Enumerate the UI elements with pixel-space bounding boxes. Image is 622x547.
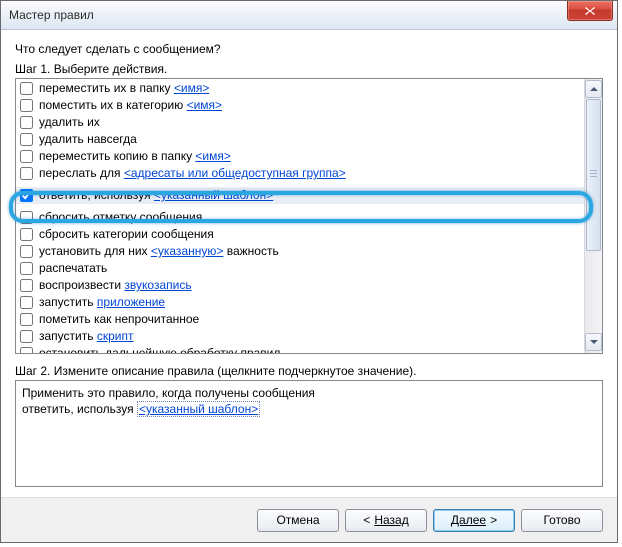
action-label: удалить их xyxy=(39,114,100,131)
action-checkbox[interactable] xyxy=(20,262,33,275)
scrollbar[interactable] xyxy=(584,79,602,353)
action-checkbox[interactable] xyxy=(20,296,33,309)
actions-listbox[interactable]: переместить их в папку <имя>поместить их… xyxy=(15,78,603,354)
action-row[interactable]: переслать для <адресаты или общедоступна… xyxy=(16,165,584,182)
step2-label: Шаг 2. Измените описание правила (щелкни… xyxy=(15,364,603,378)
action-row[interactable]: воспроизвести звукозапись xyxy=(16,277,584,294)
actions-list-inner: переместить их в папку <имя>поместить их… xyxy=(16,79,584,353)
action-checkbox[interactable] xyxy=(20,330,33,343)
action-checkbox[interactable] xyxy=(20,150,33,163)
close-button[interactable] xyxy=(567,1,613,21)
action-label: сбросить отметку сообщения xyxy=(39,209,202,226)
action-row[interactable]: сбросить отметку сообщения xyxy=(16,209,584,226)
action-value-link[interactable]: <имя> xyxy=(195,149,230,163)
action-label: распечатать xyxy=(39,260,107,277)
action-checkbox[interactable] xyxy=(20,189,33,202)
scroll-down-button[interactable] xyxy=(585,333,602,351)
action-checkbox[interactable] xyxy=(20,313,33,326)
action-label: воспроизвести звукозапись xyxy=(39,277,192,294)
action-label: сбросить категории сообщения xyxy=(39,226,214,243)
description-line2: ответить, используя <указанный шаблон> xyxy=(22,401,596,417)
rule-description-box[interactable]: Применить это правило, когда получены со… xyxy=(15,380,603,487)
action-label: установить для них <указанную> важность xyxy=(39,243,279,260)
step1-label: Шаг 1. Выберите действия. xyxy=(15,62,603,76)
action-value-link[interactable]: <имя> xyxy=(187,98,222,112)
action-label: остановить дальнейшую обработку правил xyxy=(39,345,280,353)
action-checkbox[interactable] xyxy=(20,133,33,146)
action-row[interactable]: запустить приложение xyxy=(16,294,584,311)
action-row[interactable]: удалить их xyxy=(16,114,584,131)
action-row[interactable]: сбросить категории сообщения xyxy=(16,226,584,243)
action-label: переслать для <адресаты или общедоступна… xyxy=(39,165,346,182)
back-button[interactable]: < Назад xyxy=(345,509,427,532)
action-row[interactable]: переместить копию в папку <имя> xyxy=(16,148,584,165)
action-checkbox[interactable] xyxy=(20,347,33,353)
action-label: пометить как непрочитанное xyxy=(39,311,199,328)
action-label: удалить навсегда xyxy=(39,131,137,148)
action-checkbox[interactable] xyxy=(20,279,33,292)
action-label: переместить их в папку <имя> xyxy=(39,80,209,97)
next-button[interactable]: Далее > xyxy=(433,509,515,532)
action-value-link[interactable]: <имя> xyxy=(174,81,209,95)
action-checkbox[interactable] xyxy=(20,82,33,95)
template-link[interactable]: <указанный шаблон> xyxy=(137,401,260,417)
action-label: запустить приложение xyxy=(39,294,165,311)
chevron-down-icon xyxy=(590,340,598,344)
action-row[interactable]: удалить навсегда xyxy=(16,131,584,148)
action-row[interactable]: переместить их в папку <имя> xyxy=(16,80,584,97)
action-label: ответить, используя <указанный шаблон> xyxy=(39,187,273,204)
action-checkbox[interactable] xyxy=(20,116,33,129)
action-checkbox[interactable] xyxy=(20,167,33,180)
action-value-link[interactable]: звукозапись xyxy=(124,278,191,292)
action-row[interactable]: установить для них <указанную> важность xyxy=(16,243,584,260)
description-line1: Применить это правило, когда получены со… xyxy=(22,385,596,401)
dialog-body: Что следует сделать с сообщением? Шаг 1.… xyxy=(1,30,617,497)
action-value-link[interactable]: приложение xyxy=(97,295,165,309)
action-row[interactable]: распечатать xyxy=(16,260,584,277)
scroll-up-button[interactable] xyxy=(585,80,602,98)
action-checkbox[interactable] xyxy=(20,228,33,241)
finish-button[interactable]: Готово xyxy=(521,509,603,532)
action-label: поместить их в категорию <имя> xyxy=(39,97,222,114)
action-checkbox[interactable] xyxy=(20,211,33,224)
action-row[interactable]: ответить, используя <указанный шаблон> xyxy=(16,187,584,204)
titlebar[interactable]: Мастер правил xyxy=(1,1,617,30)
close-icon xyxy=(584,6,596,16)
chevron-up-icon xyxy=(590,87,598,91)
scroll-thumb[interactable] xyxy=(586,99,601,251)
action-value-link[interactable]: <указанный шаблон> xyxy=(154,188,273,202)
action-row[interactable]: поместить их в категорию <имя> xyxy=(16,97,584,114)
action-checkbox[interactable] xyxy=(20,99,33,112)
action-row[interactable]: остановить дальнейшую обработку правил xyxy=(16,345,584,353)
action-value-link[interactable]: скрипт xyxy=(97,329,134,343)
action-checkbox[interactable] xyxy=(20,245,33,258)
action-row[interactable]: запустить скрипт xyxy=(16,328,584,345)
action-row[interactable]: пометить как непрочитанное xyxy=(16,311,584,328)
action-label: запустить скрипт xyxy=(39,328,133,345)
action-value-link[interactable]: <указанную> xyxy=(151,244,224,258)
question-text: Что следует сделать с сообщением? xyxy=(15,42,603,56)
cancel-button[interactable]: Отмена xyxy=(257,509,339,532)
rules-wizard-window: Мастер правил Что следует сделать с сооб… xyxy=(0,0,618,543)
footer: Отмена < Назад Далее > Готово xyxy=(1,497,617,542)
action-label: переместить копию в папку <имя> xyxy=(39,148,231,165)
window-title: Мастер правил xyxy=(9,8,94,22)
action-value-link[interactable]: <адресаты или общедоступная группа> xyxy=(124,166,346,180)
